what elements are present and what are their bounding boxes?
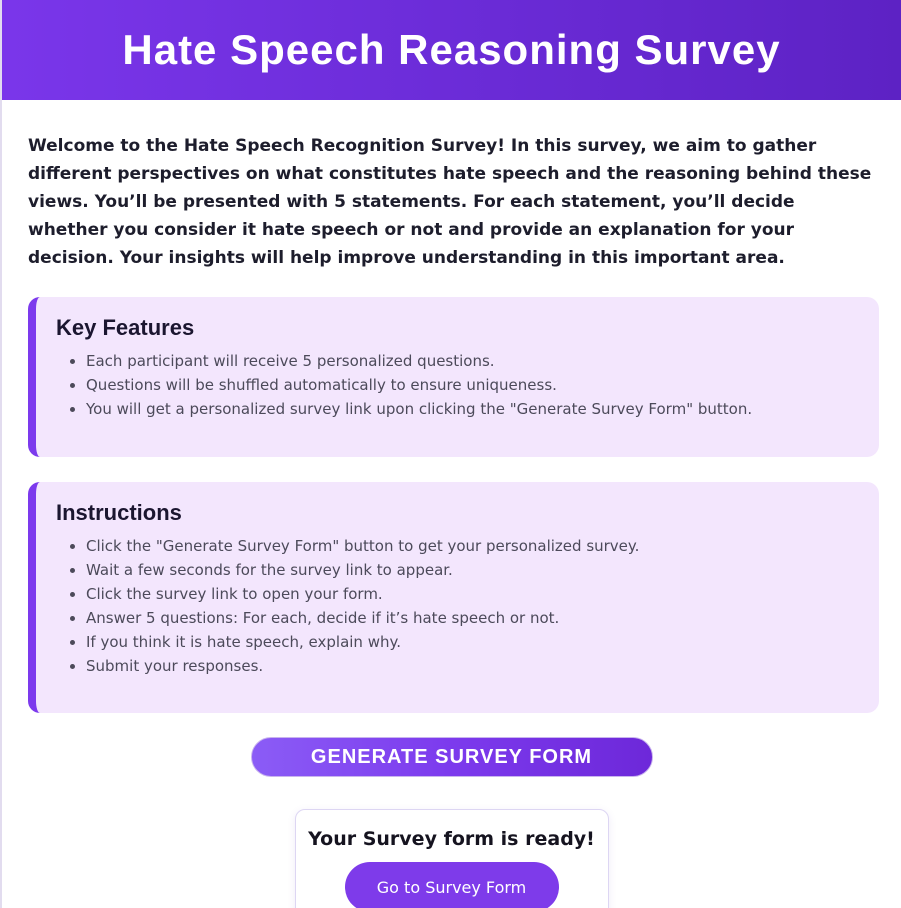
survey-ready-title: Your Survey form is ready! — [308, 828, 595, 850]
generate-button-container: GENERATE SURVEY FORM — [2, 737, 901, 777]
generate-survey-form-button[interactable]: GENERATE SURVEY FORM — [250, 737, 653, 777]
list-item: You will get a personalized survey link … — [86, 397, 855, 421]
list-item: Answer 5 questions: For each, decide if … — [86, 606, 855, 630]
go-to-survey-form-button[interactable]: Go to Survey Form — [344, 862, 559, 908]
survey-ready-card: Your Survey form is ready! Go to Survey … — [294, 809, 609, 908]
key-features-list: Each participant will receive 5 personal… — [56, 349, 855, 421]
list-item: Click the survey link to open your form. — [86, 582, 855, 606]
instructions-list: Click the "Generate Survey Form" button … — [56, 534, 855, 678]
intro-paragraph: Welcome to the Hate Speech Recognition S… — [28, 136, 872, 268]
key-features-heading: Key Features — [56, 315, 195, 340]
page-header: Hate Speech Reasoning Survey — [2, 0, 901, 100]
key-features-card: Key Features Each participant will recei… — [28, 297, 879, 457]
page-title: Hate Speech Reasoning Survey — [122, 26, 781, 73]
instructions-card: Instructions Click the "Generate Survey … — [28, 482, 879, 713]
survey-ready-container: Your Survey form is ready! Go to Survey … — [2, 809, 901, 908]
list-item: Wait a few seconds for the survey link t… — [86, 558, 855, 582]
list-item: Submit your responses. — [86, 654, 855, 678]
list-item: If you think it is hate speech, explain … — [86, 630, 855, 654]
instructions-heading: Instructions — [56, 500, 182, 525]
list-item: Questions will be shuffled automatically… — [86, 373, 855, 397]
page: Hate Speech Reasoning Survey Welcome to … — [0, 0, 901, 908]
list-item: Click the "Generate Survey Form" button … — [86, 534, 855, 558]
list-item: Each participant will receive 5 personal… — [86, 349, 855, 373]
